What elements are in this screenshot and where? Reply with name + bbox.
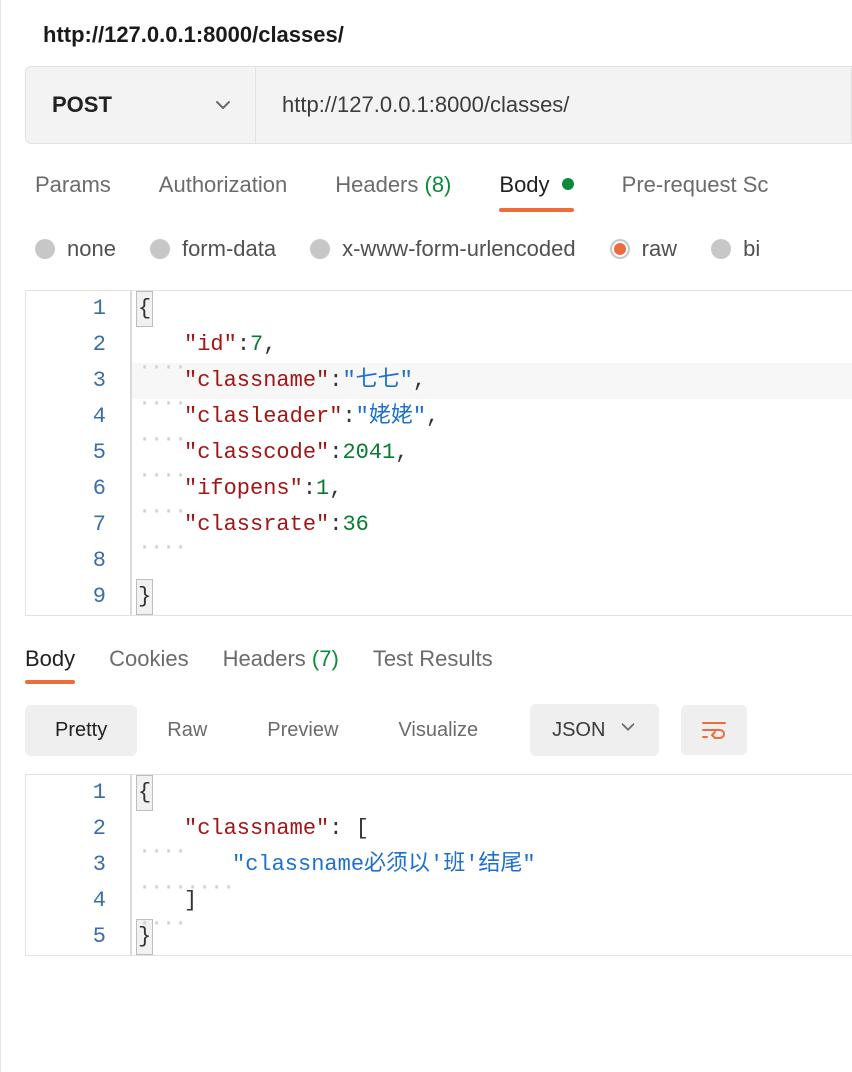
line-number: 7 (26, 507, 132, 543)
resp-tab-headers-label: Headers (223, 646, 306, 671)
code-content: "ifopens":1, (132, 471, 852, 507)
line-number: 8 (26, 543, 132, 579)
line-number: 2 (26, 327, 132, 363)
radio-binary-label: bi (743, 236, 760, 262)
radio-dot-icon (35, 239, 55, 259)
line-number: 5 (26, 919, 132, 955)
radio-xwww[interactable]: x-www-form-urlencoded (310, 236, 576, 262)
line-number: 5 (26, 435, 132, 471)
resp-tab-body[interactable]: Body (25, 646, 75, 684)
resp-tab-headers[interactable]: Headers (7) (223, 646, 339, 684)
response-format-value: JSON (552, 719, 605, 742)
code-line: 1{ (26, 291, 852, 327)
radio-binary[interactable]: bi (711, 236, 760, 262)
tab-authorization[interactable]: Authorization (159, 172, 287, 212)
code-content: "clasleader":"姥姥", (132, 399, 852, 435)
tab-params[interactable]: Params (35, 172, 111, 212)
request-bar: POST http://127.0.0.1:8000/classes/ (25, 66, 852, 144)
code-content (132, 543, 852, 579)
line-number: 3 (26, 847, 132, 883)
tab-body-label: Body (499, 172, 549, 197)
code-line: 1{ (26, 775, 852, 811)
response-format-select[interactable]: JSON (530, 704, 659, 756)
view-mode-group: Pretty Raw Preview Visualize (25, 705, 508, 756)
method-value: POST (52, 92, 112, 118)
line-number: 4 (26, 399, 132, 435)
code-content: } (132, 919, 852, 955)
radio-none[interactable]: none (35, 236, 116, 262)
radio-raw[interactable]: raw (610, 236, 677, 262)
view-visualize-button[interactable]: Visualize (368, 705, 508, 756)
chevron-down-icon (213, 95, 233, 115)
view-raw-button[interactable]: Raw (137, 705, 237, 756)
radio-dot-icon (610, 239, 630, 259)
tab-headers-count: (8) (425, 172, 452, 197)
line-number: 4 (26, 883, 132, 919)
code-content: ] (132, 883, 852, 919)
code-content: { (132, 291, 852, 327)
wrap-icon (701, 719, 727, 741)
method-select[interactable]: POST (26, 67, 256, 143)
code-content: "id":7, (132, 327, 852, 363)
request-body-editor[interactable]: 1{2"id":7,3"classname":"七七",4"clasleader… (25, 290, 852, 616)
wrap-lines-button[interactable] (681, 705, 747, 755)
line-number: 2 (26, 811, 132, 847)
body-type-radios: none form-data x-www-form-urlencoded raw… (1, 212, 852, 272)
radio-form-data-label: form-data (182, 236, 276, 262)
tab-headers-label: Headers (335, 172, 418, 197)
tab-prerequest[interactable]: Pre-request Sc (622, 172, 769, 212)
chevron-down-icon (619, 718, 637, 742)
body-changed-dot-icon (562, 178, 574, 190)
request-config-tabs: Params Authorization Headers (8) Body Pr… (1, 144, 852, 212)
radio-dot-icon (711, 239, 731, 259)
code-content: "classname必须以'班'结尾" (132, 847, 852, 883)
radio-dot-icon (310, 239, 330, 259)
url-value: http://127.0.0.1:8000/classes/ (282, 92, 569, 118)
code-content: { (132, 775, 852, 811)
resp-tab-test-results[interactable]: Test Results (373, 646, 493, 684)
code-content: "classname":"七七", (132, 363, 852, 399)
line-number: 9 (26, 579, 132, 615)
radio-dot-icon (150, 239, 170, 259)
line-number: 1 (26, 291, 132, 327)
response-tabs: Body Cookies Headers (7) Test Results (1, 616, 852, 684)
view-preview-button[interactable]: Preview (237, 705, 368, 756)
code-content: "classcode":2041, (132, 435, 852, 471)
line-number: 1 (26, 775, 132, 811)
response-view-bar: Pretty Raw Preview Visualize JSON (1, 684, 852, 756)
radio-none-label: none (67, 236, 116, 262)
view-pretty-button[interactable]: Pretty (25, 705, 137, 756)
line-number: 6 (26, 471, 132, 507)
radio-raw-label: raw (642, 236, 677, 262)
code-content: "classrate":36 (132, 507, 852, 543)
resp-tab-headers-count: (7) (312, 646, 339, 671)
code-line: 9} (26, 579, 852, 615)
radio-xwww-label: x-www-form-urlencoded (342, 236, 576, 262)
resp-tab-cookies[interactable]: Cookies (109, 646, 188, 684)
code-line: 2"id":7, (26, 327, 852, 363)
code-content: "classname": [ (132, 811, 852, 847)
radio-form-data[interactable]: form-data (150, 236, 276, 262)
code-content: } (132, 579, 852, 615)
tab-body[interactable]: Body (499, 172, 573, 212)
line-number: 3 (26, 363, 132, 399)
code-line: 2"classname": [ (26, 811, 852, 847)
request-tab-title: http://127.0.0.1:8000/classes/ (1, 0, 852, 66)
url-input[interactable]: http://127.0.0.1:8000/classes/ (256, 67, 851, 143)
response-body-viewer[interactable]: 1{2"classname": [3"classname必须以'班'结尾"4]5… (25, 774, 852, 956)
tab-headers[interactable]: Headers (8) (335, 172, 451, 212)
